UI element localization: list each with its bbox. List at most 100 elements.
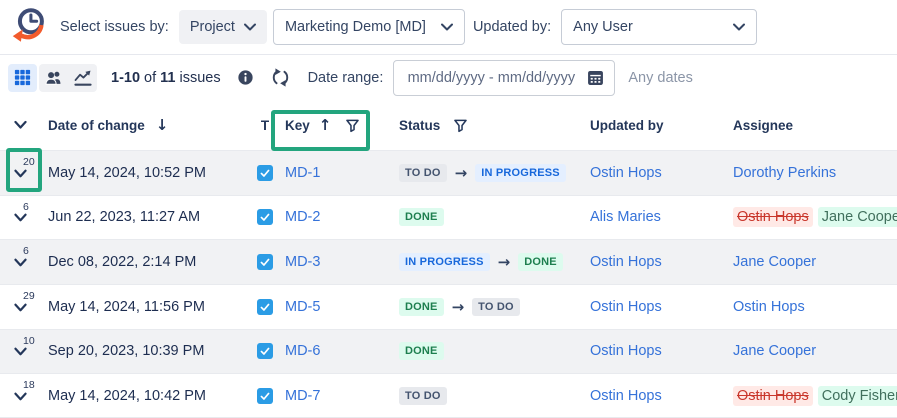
updated-by-cell: Ostin Hops xyxy=(580,165,722,181)
count-total: 11 xyxy=(160,70,175,86)
updated-by-link[interactable]: Ostin Hops xyxy=(590,254,662,270)
status-badge-todo: TO DO xyxy=(399,387,447,405)
chevron-down-icon xyxy=(441,23,453,31)
updated-by-user-value: Any User xyxy=(573,19,633,35)
date-of-change-text: Sep 20, 2023, 10:39 PM xyxy=(48,343,204,359)
status-transition-arrow-icon: → xyxy=(498,253,511,271)
project-select[interactable]: Marketing Demo [MD] xyxy=(273,9,465,45)
people-view-button[interactable] xyxy=(39,64,68,92)
status-badge-done: DONE xyxy=(399,298,444,316)
table-row: 6 Dec 08, 2022, 2:14 PM MD-3 IN PROGRESS… xyxy=(0,239,897,284)
row-expand-chevron-icon[interactable] xyxy=(14,303,27,312)
issue-history-app: Select issues by: Project Marketing Demo… xyxy=(0,0,897,418)
date-of-change-cell: May 14, 2024, 10:52 PM xyxy=(44,165,252,181)
date-of-change-cell: May 14, 2024, 11:56 PM xyxy=(44,299,252,315)
sort-descending-icon[interactable]: ↓ xyxy=(156,116,169,134)
date-range-input[interactable] xyxy=(393,60,615,96)
date-of-change-text: May 14, 2024, 10:52 PM xyxy=(48,165,206,181)
issue-key-cell: MD-6 xyxy=(278,343,388,359)
issue-key-link[interactable]: MD-7 xyxy=(285,388,320,404)
issue-type-task-icon xyxy=(257,388,273,404)
assignee-link[interactable]: Dorothy Perkins xyxy=(733,165,836,181)
row-expand-chevron-icon[interactable] xyxy=(14,169,27,178)
issue-type-cell xyxy=(252,388,278,404)
column-header-key: Key ↑ xyxy=(278,116,388,134)
table-header: Date of change ↓ T Key ↑ Status Updated … xyxy=(0,100,897,150)
sort-ascending-icon[interactable]: ↑ xyxy=(319,116,332,134)
status-badge-done: DONE xyxy=(399,208,444,226)
status-badge-done: DONE xyxy=(518,253,563,271)
key-filter-icon[interactable] xyxy=(344,117,361,134)
top-filter-bar: Select issues by: Project Marketing Demo… xyxy=(0,0,897,55)
row-expander-cell: 29 xyxy=(0,285,44,329)
chart-view-button[interactable] xyxy=(68,64,97,92)
calendar-button[interactable] xyxy=(585,67,606,93)
grid-icon xyxy=(13,68,32,87)
assignee-link[interactable]: Ostin Hops xyxy=(733,299,805,315)
status-cell: TO DO xyxy=(388,387,580,405)
issue-type-cell xyxy=(252,254,278,270)
column-header-status-label[interactable]: Status xyxy=(399,118,440,133)
updated-by-label: Updated by: xyxy=(473,19,551,35)
row-change-count: 18 xyxy=(23,379,35,391)
column-header-date-label[interactable]: Date of change xyxy=(48,118,145,133)
date-of-change-cell: Jun 22, 2023, 11:27 AM xyxy=(44,209,252,225)
issue-key-link[interactable]: MD-5 xyxy=(285,299,320,315)
row-expand-chevron-icon[interactable] xyxy=(14,392,27,401)
updated-by-link[interactable]: Ostin Hops xyxy=(590,299,662,315)
column-header-updated-by: Updated by xyxy=(580,118,722,133)
column-header-type: T xyxy=(252,118,278,133)
status-badge-inprogress: IN PROGRESS xyxy=(475,164,566,182)
issue-type-cell xyxy=(252,299,278,315)
updated-by-cell: Ostin Hops xyxy=(580,254,722,270)
row-expander-cell: 6 xyxy=(0,240,44,284)
updated-by-cell: Ostin Hops xyxy=(580,388,722,404)
assignee-added-value: Jane Cooper xyxy=(818,207,897,227)
issue-key-cell: MD-2 xyxy=(278,209,388,225)
chevron-down-icon xyxy=(733,23,745,31)
issue-key-cell: MD-7 xyxy=(278,388,388,404)
issues-mode-dropdown[interactable]: Project xyxy=(179,10,267,44)
date-of-change-text: May 14, 2024, 11:56 PM xyxy=(48,299,205,315)
issue-history-logo-icon xyxy=(8,5,50,49)
issue-key-link[interactable]: MD-6 xyxy=(285,343,320,359)
updated-by-link[interactable]: Alis Maries xyxy=(590,209,661,225)
table-row: 20 May 14, 2024, 10:52 PM MD-1 TO DO→IN … xyxy=(0,150,897,195)
select-issues-by-label: Select issues by: xyxy=(60,19,169,35)
issue-type-cell xyxy=(252,209,278,225)
issue-key-link[interactable]: MD-2 xyxy=(285,209,320,225)
column-header-key-label[interactable]: Key xyxy=(285,118,310,133)
status-cell: DONE xyxy=(388,208,580,226)
refresh-icon xyxy=(270,67,291,88)
row-change-count: 6 xyxy=(23,201,29,213)
refresh-button[interactable] xyxy=(270,67,291,88)
status-filter-icon[interactable] xyxy=(452,117,469,134)
assignee-cell: Dorothy Perkins xyxy=(722,165,897,181)
collapse-all-chevron-icon[interactable] xyxy=(14,121,27,130)
grid-view-button[interactable] xyxy=(8,64,37,92)
row-expand-chevron-icon[interactable] xyxy=(14,258,27,267)
updated-by-link[interactable]: Ostin Hops xyxy=(590,388,662,404)
assignee-link[interactable]: Jane Cooper xyxy=(733,254,816,270)
updated-by-user-select[interactable]: Any User xyxy=(561,9,757,45)
row-expand-chevron-icon[interactable] xyxy=(14,214,27,223)
updated-by-cell: Ostin Hops xyxy=(580,299,722,315)
updated-by-link[interactable]: Ostin Hops xyxy=(590,165,662,181)
status-cell: TO DO→IN PROGRESS xyxy=(388,164,580,182)
assignee-link[interactable]: Jane Cooper xyxy=(733,343,816,359)
assignee-removed-value: Ostin Hops xyxy=(733,207,813,227)
issue-type-task-icon xyxy=(257,209,273,225)
assignee-removed-value: Ostin Hops xyxy=(733,386,813,406)
updated-by-link[interactable]: Ostin Hops xyxy=(590,343,662,359)
issue-key-link[interactable]: MD-1 xyxy=(285,165,320,181)
date-range-label: Date range: xyxy=(308,70,384,86)
collapse-all-cell xyxy=(0,100,44,150)
row-expand-chevron-icon[interactable] xyxy=(14,348,27,357)
row-expander-cell: 20 xyxy=(0,151,44,195)
count-suffix: issues xyxy=(179,70,220,86)
date-of-change-cell: Sep 20, 2023, 10:39 PM xyxy=(44,343,252,359)
issue-key-link[interactable]: MD-3 xyxy=(285,254,320,270)
info-button[interactable] xyxy=(236,68,255,87)
row-expander-cell: 6 xyxy=(0,196,44,240)
status-cell: DONE→TO DO xyxy=(388,298,580,316)
